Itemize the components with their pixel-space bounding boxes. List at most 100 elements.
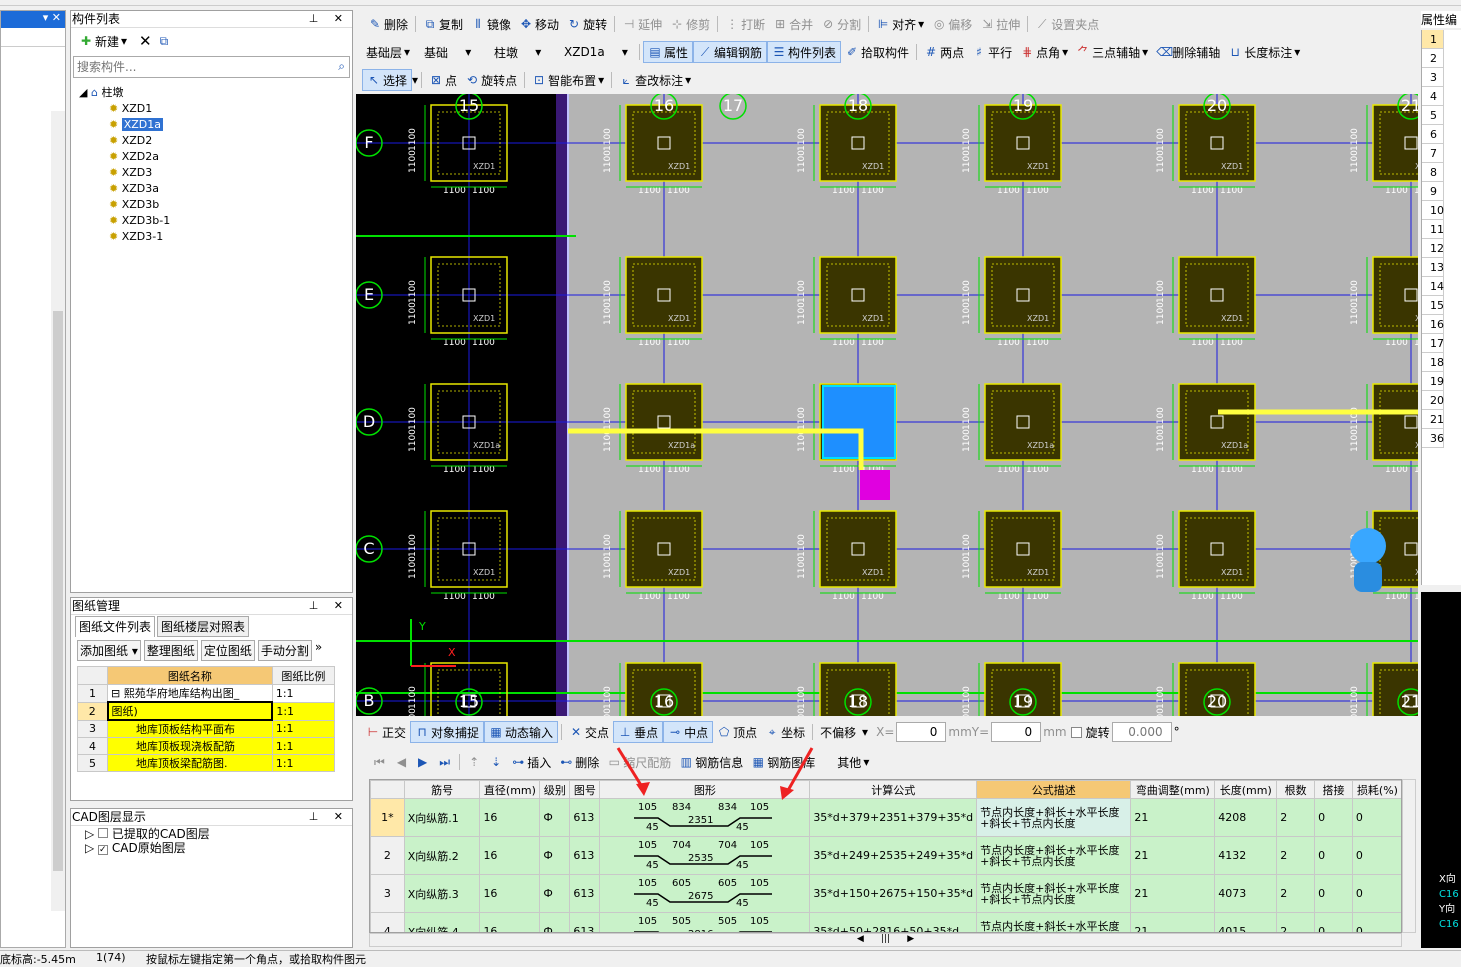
rebar-cell[interactable]: 0 <box>1351 798 1401 837</box>
property-row[interactable]: 10 <box>1422 201 1444 220</box>
rotate-checkbox[interactable] <box>1070 726 1082 738</box>
col-drawing-name[interactable]: 图纸名称 <box>107 666 273 685</box>
rebar-cell[interactable]: 16 <box>479 798 541 837</box>
rebar-cell[interactable]: 4073 <box>1214 874 1278 913</box>
rebar-cell[interactable]: 0 <box>1351 836 1401 875</box>
rebar-col-header[interactable]: 损耗(%) <box>1351 780 1401 799</box>
add-drawing-button[interactable]: 添加图纸 ▾ <box>77 640 141 661</box>
property-row[interactable]: 17 <box>1422 334 1444 353</box>
next-icon[interactable]: ▶ <box>418 755 427 769</box>
floor-select[interactable]: 基础层 ▾ <box>362 41 420 63</box>
drawing-row[interactable]: 4 地库顶板现浇板配筋 1:1 <box>77 737 336 755</box>
more-icon[interactable]: » <box>315 640 322 661</box>
cad-viewport[interactable]: XZD1 1100 1100 1100 1100 XZD1 1100 1100 1100 1100… <box>356 94 1418 716</box>
col-drawing-scale[interactable]: 图纸比例 <box>271 666 336 685</box>
rebar-col-header[interactable]: 级别 <box>539 780 571 799</box>
rebar-cell[interactable]: 节点内长度+斜长+水平长度+斜长+节点内长度 <box>976 912 1132 932</box>
cad-drawing[interactable]: XZD11100 110011001100 XZD11100 110011001100… <box>356 94 1418 716</box>
rebar-cell[interactable]: 2 <box>1276 912 1316 932</box>
rebar-col-header[interactable]: 搭接 <box>1314 780 1353 799</box>
drawing-row[interactable]: 3 地库顶板结构平面布 1:1 <box>77 719 336 738</box>
property-row[interactable]: 5 <box>1422 106 1444 125</box>
two-point-button[interactable]: # 两点 <box>920 41 968 63</box>
tab-drawing-files[interactable]: 图纸文件列表 <box>75 616 156 637</box>
rebar-table-hscroll[interactable]: ◀ ||| ▶ <box>369 933 1402 947</box>
y-input[interactable]: 0 <box>991 722 1042 742</box>
tree-item[interactable]: ✹ XZD3-1 <box>79 229 170 245</box>
dynamic-input-button[interactable]: ▦ 动态输入 <box>484 721 559 743</box>
cad-layer-original[interactable]: ▷ ✓ CAD原始图层 <box>85 841 210 855</box>
break-button[interactable]: ⋮ 打断 <box>721 13 769 35</box>
cad-layer-extracted[interactable]: ▷ 已提取的CAD图层 <box>85 827 210 841</box>
property-row[interactable]: 16 <box>1422 315 1444 334</box>
tree-item[interactable]: ✹ XZD3a <box>79 181 170 197</box>
property-row[interactable]: 12 <box>1422 239 1444 258</box>
rebar-cell[interactable]: X向纵筋.4 <box>403 912 481 932</box>
property-row[interactable]: 13 <box>1422 258 1444 277</box>
rebar-cell[interactable]: 613 <box>569 912 601 932</box>
last-icon[interactable]: ⏭ <box>439 755 450 770</box>
collapse-icon[interactable]: ⊟ <box>111 687 120 700</box>
property-row[interactable]: 4 <box>1422 87 1444 106</box>
rebar-cell[interactable]: 613 <box>569 836 601 875</box>
rebar-cell[interactable]: Ф <box>539 912 571 932</box>
comp-select[interactable]: XZD1a ▾ <box>560 41 636 63</box>
rebar-cell[interactable]: 16 <box>479 874 541 913</box>
tree-item[interactable]: ✹ XZD2 <box>79 133 170 149</box>
move-button[interactable]: ✥ 移动 <box>515 13 563 35</box>
comp-type-select[interactable]: 柱墩 ▾ <box>490 41 560 63</box>
split-button[interactable]: ⊘ 分割 <box>817 13 865 35</box>
tree-item[interactable]: ✹ XZD3 <box>79 165 170 181</box>
property-row[interactable]: 7 <box>1422 144 1444 163</box>
rebar-cell[interactable]: 35*d+249+2535+249+35*d <box>809 836 978 875</box>
rebar-cell[interactable]: 4132 <box>1214 836 1278 875</box>
rebar-cell[interactable]: 0 <box>1314 836 1353 875</box>
first-icon[interactable]: ⏮ <box>374 755 385 770</box>
merge-button[interactable]: ⊞ 合并 <box>769 13 817 35</box>
stretch-button[interactable]: ⇲ 拉伸 <box>976 13 1024 35</box>
rebar-cell[interactable]: X向纵筋.3 <box>403 874 481 913</box>
property-row[interactable]: 11 <box>1422 220 1444 239</box>
delete-row-button[interactable]: ⊷ 删除 <box>555 751 603 773</box>
rebar-cell[interactable]: X向纵筋.2 <box>403 836 481 875</box>
check-label-button[interactable]: ⟀ 查改标注 ▾ <box>615 69 695 91</box>
insert-row-button[interactable]: ⊶ 插入 <box>507 751 555 773</box>
object-snap-button[interactable]: ⊓ 对象捕捉 <box>410 721 485 743</box>
property-row[interactable]: 14 <box>1422 277 1444 296</box>
delete-icon[interactable]: ✕ <box>139 32 152 50</box>
property-row[interactable]: 3 <box>1422 68 1444 87</box>
rebar-cell[interactable]: Ф <box>539 874 571 913</box>
rotate-input[interactable]: 0.000 <box>1111 722 1172 742</box>
rebar-cell[interactable]: 节点内长度+斜长+水平长度+斜长+节点内长度 <box>976 798 1132 837</box>
x-input[interactable]: 0 <box>896 722 947 742</box>
tab-floor-mapping[interactable]: 图纸楼层对照表 <box>157 616 250 637</box>
manual-split-button[interactable]: 手动分割 <box>257 640 312 661</box>
trim-button[interactable]: ⊹ 修剪 <box>666 13 714 35</box>
point-angle-button[interactable]: ⋕ 点角 ▾ <box>1016 41 1072 63</box>
property-row[interactable]: 8 <box>1422 163 1444 182</box>
select-dropdown-icon[interactable]: ▾ <box>412 73 418 87</box>
offset-button[interactable]: ◎ 偏移 <box>928 13 976 35</box>
component-list-button[interactable]: ☰ 构件列表 <box>767 41 842 63</box>
property-row[interactable]: 36 <box>1422 429 1444 448</box>
rebar-cell[interactable]: 16 <box>479 836 541 875</box>
rotate-point-button[interactable]: ⟲ 旋转点 <box>461 69 521 91</box>
drawing-row[interactable]: 1 ⊟ 熙苑华府地库结构出图_ 1:1 <box>77 684 336 703</box>
drawing-row[interactable]: 2 图纸) 1:1 <box>77 701 336 721</box>
property-row[interactable]: 19 <box>1422 372 1444 391</box>
rebar-cell[interactable]: 4015 <box>1214 912 1278 932</box>
extend-button[interactable]: ⊣ 延伸 <box>618 13 666 35</box>
rebar-cell[interactable]: 16 <box>479 912 541 932</box>
rebar-cell[interactable]: 35*d+50+2816+50+35*d <box>809 912 978 932</box>
copy-icon[interactable]: ⧉ <box>160 34 169 49</box>
property-row[interactable]: 15 <box>1422 296 1444 315</box>
rebar-col-header[interactable]: 直径(mm) <box>479 780 541 799</box>
tree-item-selected[interactable]: ✹ XZD1a <box>79 117 170 133</box>
type-select[interactable]: 基础 ▾ <box>420 41 490 63</box>
rebar-col-header[interactable]: 筋号 <box>403 780 481 799</box>
rebar-cell[interactable]: 0 <box>1314 798 1353 837</box>
tree-root[interactable]: ◢ ⌂ 柱墩 <box>79 85 170 101</box>
drawing-row[interactable]: 5 地库顶板梁配筋图. 1:1 <box>77 754 336 772</box>
rebar-cell[interactable]: 0 <box>1351 912 1401 932</box>
rebar-cell[interactable]: Ф <box>539 798 571 837</box>
